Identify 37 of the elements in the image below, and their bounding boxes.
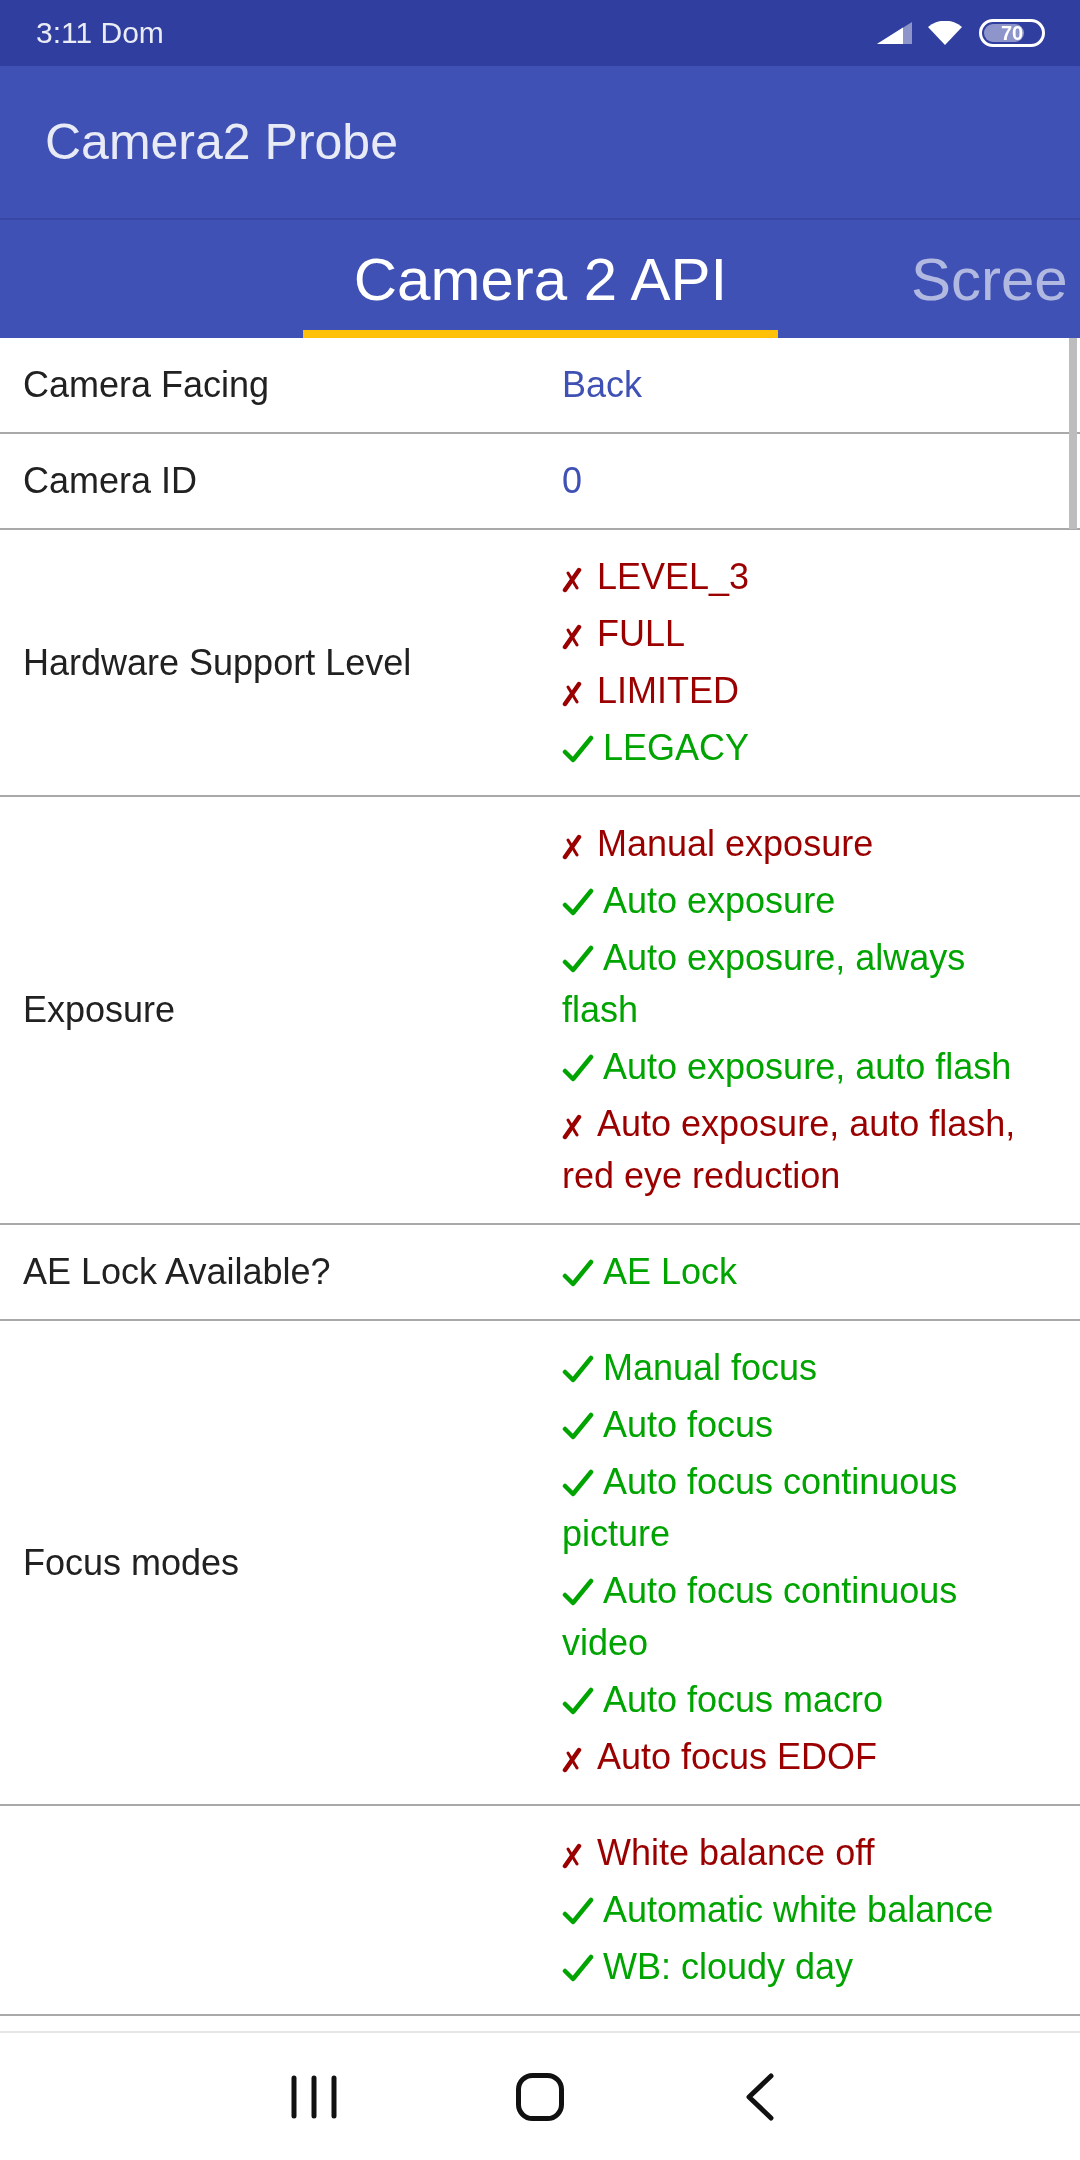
feature-text: LIMITED (597, 670, 739, 711)
feature-text: Auto exposure, auto flash (603, 1046, 1012, 1087)
feature-text: Auto focus continuous video (562, 1570, 958, 1663)
wifi-icon (928, 21, 962, 45)
feature-text: FULL (597, 613, 686, 654)
feature-text: Auto exposure, always flash (562, 937, 966, 1030)
feature-text: Auto focus (603, 1404, 774, 1445)
app-title: Camera2 Probe (45, 117, 398, 167)
feature-text: LEGACY (603, 727, 750, 768)
feature-text: Auto focus macro (603, 1679, 884, 1720)
row-label: Exposure (23, 989, 176, 1030)
back-icon[interactable] (745, 2072, 774, 2121)
row-value: Back (562, 364, 643, 405)
feature-text: Auto focus continuous picture (562, 1461, 958, 1554)
feature-text: Auto focus EDOF (597, 1736, 878, 1777)
signal-icon (877, 22, 912, 44)
recents-icon[interactable] (291, 2074, 337, 2119)
row-label: Hardware Support Level (23, 641, 412, 683)
row-label: Camera ID (23, 460, 198, 501)
home-icon[interactable] (516, 2072, 564, 2121)
row-label: Focus modes (23, 1541, 240, 1583)
feature-text: LEVEL_3 (597, 556, 750, 597)
row-label: AE Lock Available? (23, 1251, 331, 1292)
feature-text: Manual focus (603, 1347, 818, 1388)
row-value: 0 (562, 460, 583, 501)
tab[interactable]: Camera 2 API (303, 220, 778, 338)
feature-text: Manual exposure (597, 823, 874, 864)
feature-text: WB: cloudy day (603, 1946, 854, 1987)
battery-indicator: 70 (979, 19, 1045, 47)
feature-text: White balance off (597, 1832, 875, 1873)
feature-text: AE Lock (603, 1251, 738, 1292)
status-time: 3:11 Dom (36, 18, 164, 48)
row-label: Camera Facing (23, 364, 270, 405)
feature-text: Automatic white balance (603, 1889, 994, 1930)
feature-text: Auto exposure (603, 880, 836, 921)
tab[interactable]: Scree (778, 220, 1080, 338)
feature-text: Auto exposure, auto flash, red eye reduction (562, 1103, 1016, 1196)
